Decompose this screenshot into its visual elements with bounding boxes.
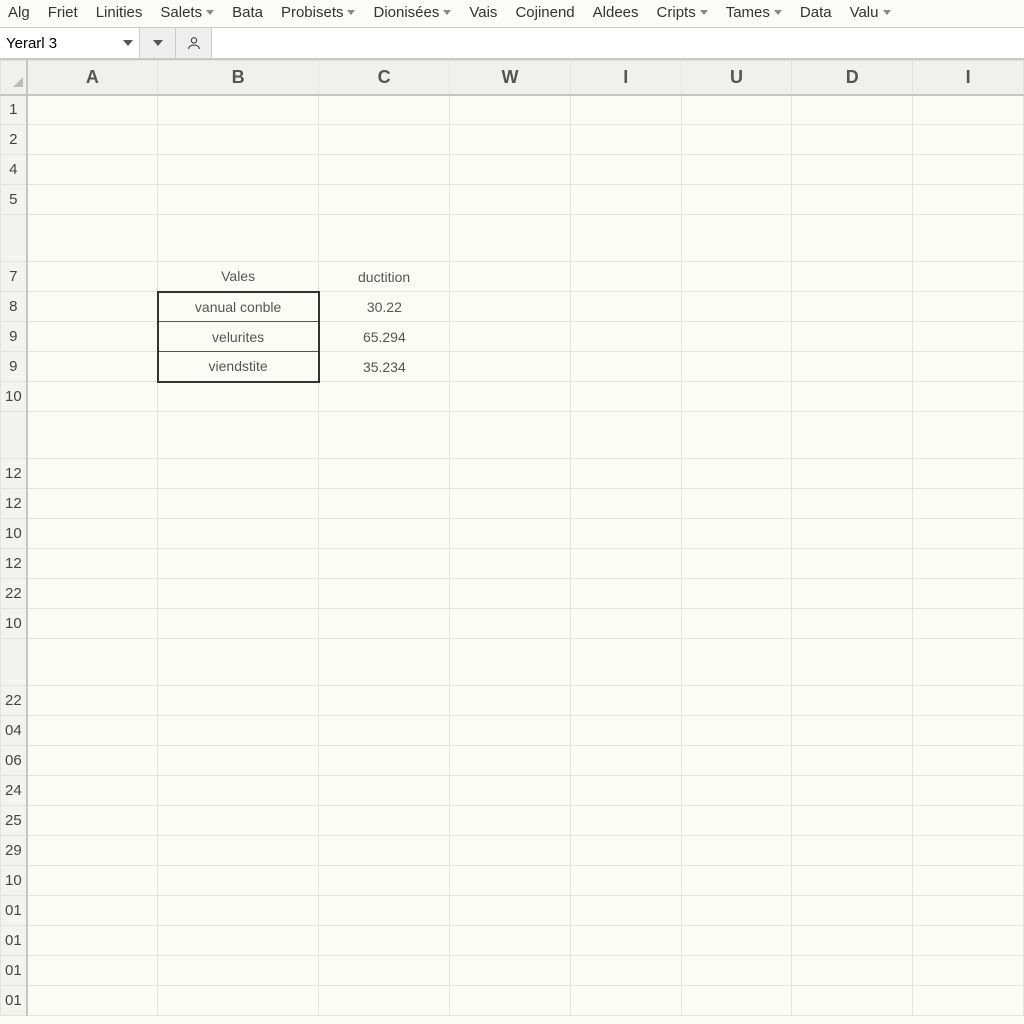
formula-bar[interactable] [212,28,1024,58]
cell-c9b[interactable]: 35.234 [319,352,450,382]
menu-cripts[interactable]: Cripts [657,4,708,21]
row-header[interactable]: 12 [1,459,27,489]
row-header[interactable]: 01 [1,896,27,926]
row-header[interactable]: 12 [1,489,27,519]
cell-b9b[interactable]: viendstite [158,352,319,382]
row-header[interactable] [1,639,27,686]
row-header[interactable] [1,215,27,262]
menu-cojinend[interactable]: Cojinend [515,4,574,21]
select-all-corner[interactable] [1,61,27,95]
chevron-down-icon [700,10,708,15]
row-header[interactable]: 06 [1,746,27,776]
row-header[interactable]: 8 [1,292,27,322]
name-box[interactable] [0,28,140,58]
col-header-u[interactable]: U [681,61,792,95]
cell-c8[interactable]: 30.22 [319,292,450,322]
cell-b7[interactable]: Vales [158,262,319,292]
menu-aldees[interactable]: Aldees [593,4,639,21]
row-header[interactable]: 24 [1,776,27,806]
menu-bar: Alg Friet Linities Salets Bata Probisets… [0,0,1024,28]
col-header-i[interactable]: I [570,61,681,95]
chevron-down-icon [347,10,355,15]
row-header[interactable]: 10 [1,609,27,639]
row-header[interactable]: 10 [1,519,27,549]
menu-tames[interactable]: Tames [726,4,782,21]
row-header[interactable]: 2 [1,125,27,155]
row-header[interactable]: 1 [1,95,27,125]
row-header[interactable]: 22 [1,686,27,716]
row-header[interactable]: 4 [1,155,27,185]
row-header[interactable]: 04 [1,716,27,746]
row-header[interactable]: 01 [1,986,27,1016]
col-header-i2[interactable]: I [913,61,1024,95]
row-header[interactable]: 29 [1,836,27,866]
chevron-down-icon [443,10,451,15]
row-header[interactable]: 5 [1,185,27,215]
row-header[interactable]: 01 [1,956,27,986]
cell-b8[interactable]: vanual conble [158,292,319,322]
col-header-d[interactable]: D [792,61,913,95]
dropdown-button[interactable] [140,28,176,58]
row-header[interactable]: 01 [1,926,27,956]
cell-c7[interactable]: ductition [319,262,450,292]
chevron-down-icon [153,40,163,46]
name-box-input[interactable] [6,35,119,52]
menu-data[interactable]: Data [800,4,832,21]
spreadsheet-grid[interactable]: A B C W I U D I 1 2 4 5 7 Vales ductitio… [0,60,1024,1024]
formula-toolbar [0,28,1024,60]
row-header[interactable]: 22 [1,579,27,609]
row-header[interactable]: 9 [1,352,27,382]
chevron-down-icon[interactable] [123,40,133,46]
row-header[interactable] [1,412,27,459]
row-header[interactable]: 25 [1,806,27,836]
menu-dionisees[interactable]: Dionisées [373,4,451,21]
col-header-b[interactable]: B [158,61,319,95]
col-header-a[interactable]: A [27,61,158,95]
person-button[interactable] [176,28,212,58]
chevron-down-icon [774,10,782,15]
chevron-down-icon [883,10,891,15]
triangle-icon [13,77,23,87]
menu-alg[interactable]: Alg [8,4,30,21]
row-header[interactable]: 12 [1,549,27,579]
menu-salets[interactable]: Salets [160,4,214,21]
row-header[interactable]: 10 [1,866,27,896]
person-icon [186,35,202,51]
cell-c9[interactable]: 65.294 [319,322,450,352]
menu-friet[interactable]: Friet [48,4,78,21]
menu-valu[interactable]: Valu [850,4,891,21]
menu-bata[interactable]: Bata [232,4,263,21]
cell-b9[interactable]: velurites [158,322,319,352]
row-header[interactable]: 7 [1,262,27,292]
menu-vais[interactable]: Vais [469,4,497,21]
col-header-c[interactable]: C [319,61,450,95]
menu-probisets[interactable]: Probisets [281,4,356,21]
row-header[interactable]: 9 [1,322,27,352]
chevron-down-icon [206,10,214,15]
col-header-w[interactable]: W [450,61,571,95]
row-header[interactable]: 10 [1,382,27,412]
menu-linities[interactable]: Linities [96,4,143,21]
